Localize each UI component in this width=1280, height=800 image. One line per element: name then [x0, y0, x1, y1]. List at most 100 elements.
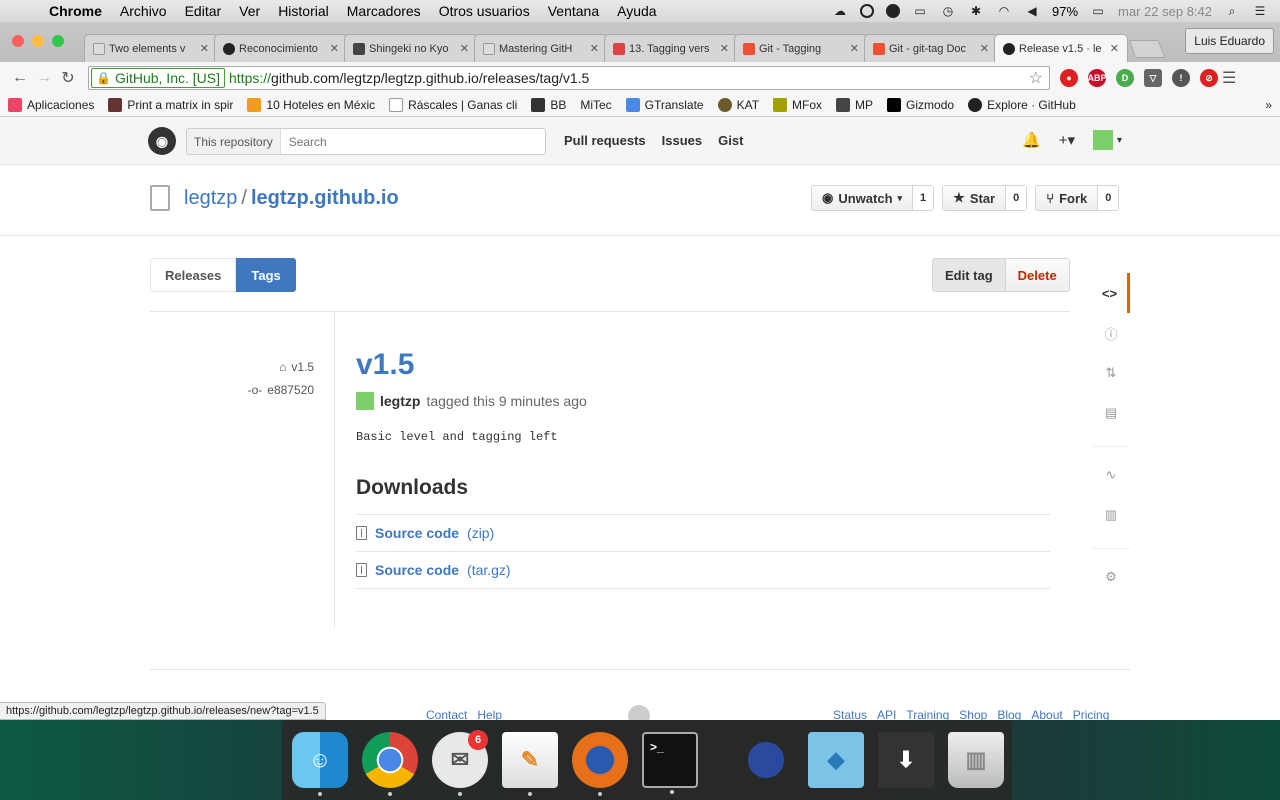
- browser-tab[interactable]: Mastering GitH ✕: [474, 34, 608, 62]
- pulse-icon[interactable]: ∿: [1092, 455, 1130, 495]
- footer-github-mark-icon[interactable]: [628, 705, 650, 720]
- bookmark-item[interactable]: MFox: [773, 98, 822, 112]
- footer-link-pricing[interactable]: Pricing: [1073, 708, 1110, 720]
- chrome-menu-icon[interactable]: ☰: [1222, 68, 1236, 88]
- nav-issues[interactable]: Issues: [662, 133, 702, 148]
- finder-icon[interactable]: ☺: [292, 732, 348, 796]
- star-button[interactable]: ★ Star: [943, 186, 1007, 210]
- bookmark-star-icon[interactable]: ☆: [1029, 68, 1043, 88]
- ev-certificate-badge[interactable]: 🔒 GitHub, Inc. [US]: [91, 68, 225, 88]
- bluetooth-icon[interactable]: ✱: [968, 4, 984, 18]
- create-new-plus-icon[interactable]: +▾: [1059, 131, 1075, 149]
- footer-link-about[interactable]: About: [1031, 708, 1062, 720]
- back-icon[interactable]: ←: [8, 69, 32, 87]
- close-tab-icon[interactable]: ✕: [590, 42, 599, 55]
- search-input[interactable]: [280, 129, 545, 154]
- downloads-folder-icon[interactable]: ⬇: [878, 732, 934, 788]
- browser-tab[interactable]: 13. Tagging vers ✕: [604, 34, 738, 62]
- footer-link-contact[interactable]: Contact: [426, 708, 467, 720]
- close-tab-icon[interactable]: ✕: [720, 42, 729, 55]
- reload-icon[interactable]: ↻: [56, 68, 80, 88]
- download-name[interactable]: Source code: [375, 562, 459, 578]
- search-scope[interactable]: This repository: [187, 129, 281, 154]
- pocket-icon[interactable]: ▽: [1144, 69, 1162, 87]
- airplay-icon[interactable]: ▭: [912, 4, 928, 18]
- bookmark-item[interactable]: Aplicaciones: [8, 98, 94, 112]
- repo-owner-link[interactable]: legtzp: [184, 187, 237, 209]
- extension-green-icon[interactable]: D: [1116, 69, 1134, 87]
- browser-tab[interactable]: Git - Tagging ✕: [734, 34, 868, 62]
- notification-center-icon[interactable]: ☰: [1252, 4, 1268, 18]
- menu-otros-usuarios[interactable]: Otros usuarios: [430, 3, 539, 19]
- github-logo-icon[interactable]: ◉: [148, 127, 176, 155]
- download-ext[interactable]: (zip): [467, 525, 494, 541]
- wiki-icon[interactable]: ▤: [1092, 393, 1130, 433]
- issues-icon[interactable]: ⓘ: [1092, 313, 1130, 353]
- close-tab-icon[interactable]: ✕: [460, 42, 469, 55]
- avatar[interactable]: [356, 392, 374, 410]
- tag-ref[interactable]: ⌂ v1.5: [279, 360, 314, 374]
- pull-request-icon[interactable]: ⇅: [1092, 353, 1130, 393]
- nav-gist[interactable]: Gist: [718, 133, 743, 148]
- bookmark-item[interactable]: MP: [836, 98, 873, 112]
- close-tab-icon[interactable]: ✕: [1110, 42, 1119, 55]
- repo-name-link[interactable]: legtzp.github.io: [251, 187, 399, 209]
- bookmark-item[interactable]: GTranslate: [625, 98, 704, 112]
- settings-gear-icon[interactable]: ⚙: [1092, 557, 1130, 597]
- adblock-plus-icon[interactable]: ABP: [1088, 69, 1107, 87]
- code-icon[interactable]: <>: [1092, 273, 1130, 313]
- new-tab-button[interactable]: [1128, 40, 1166, 58]
- browser-tab-active[interactable]: Release v1.5 · le ✕: [994, 34, 1128, 62]
- spotlight-icon[interactable]: ⌕: [1224, 4, 1240, 18]
- download-name[interactable]: Source code: [375, 525, 459, 541]
- dropbox-folder-icon[interactable]: ◆: [808, 732, 864, 788]
- bookmark-item[interactable]: Print a matrix in spir: [108, 98, 233, 112]
- wifi-icon[interactable]: ◠: [996, 4, 1012, 18]
- menu-ayuda[interactable]: Ayuda: [608, 3, 665, 19]
- fork-button[interactable]: ⑂ Fork: [1036, 186, 1099, 210]
- bookmark-item[interactable]: MiTec: [580, 98, 611, 112]
- zoom-window-button[interactable]: [52, 35, 64, 47]
- release-title[interactable]: v1.5: [356, 348, 414, 382]
- bookmark-item[interactable]: Gizmodo: [887, 98, 954, 112]
- edit-tag-button[interactable]: Edit tag: [932, 258, 1006, 292]
- time-machine-icon[interactable]: ◷: [940, 4, 956, 18]
- chrome-icon[interactable]: [362, 732, 418, 796]
- forks-count[interactable]: 0: [1098, 186, 1119, 210]
- browser-tab[interactable]: Shingeki no Kyo ✕: [344, 34, 478, 62]
- tab-releases[interactable]: Releases: [150, 258, 237, 292]
- browser-tab[interactable]: Reconocimiento ✕: [214, 34, 348, 62]
- download-ext[interactable]: (tar.gz): [467, 562, 511, 578]
- menu-editar[interactable]: Editar: [176, 3, 231, 19]
- battery-icon[interactable]: ▭: [1090, 4, 1106, 18]
- pages-icon[interactable]: ✎: [502, 732, 558, 796]
- tab-tags[interactable]: Tags: [236, 258, 296, 292]
- extension-block-icon[interactable]: ⊘: [1200, 69, 1218, 87]
- volume-icon[interactable]: ◀: [1024, 4, 1040, 18]
- download-item[interactable]: Source code (zip): [356, 515, 1050, 552]
- trash-icon[interactable]: ▥: [948, 732, 1004, 788]
- minimize-window-button[interactable]: [32, 35, 44, 47]
- menu-archivo[interactable]: Archivo: [111, 3, 176, 19]
- footer-link-status[interactable]: Status: [833, 708, 867, 720]
- download-item[interactable]: Source code (tar.gz): [356, 552, 1050, 589]
- clock[interactable]: mar 22 sep 8:42: [1118, 4, 1212, 19]
- notifications-bell-icon[interactable]: 🔔: [1022, 131, 1041, 149]
- nav-pull-requests[interactable]: Pull requests: [564, 133, 646, 148]
- author-link[interactable]: legtzp: [380, 393, 420, 409]
- footer-link-api[interactable]: API: [877, 708, 896, 720]
- menu-app-name[interactable]: Chrome: [40, 3, 111, 19]
- dashlane-icon[interactable]: [886, 4, 901, 18]
- close-tab-icon[interactable]: ✕: [850, 42, 859, 55]
- url-text[interactable]: https://github.com/legtzp/legtzp.github.…: [229, 70, 589, 86]
- stargazers-count[interactable]: 0: [1006, 186, 1027, 210]
- profile-button[interactable]: Luis Eduardo: [1185, 28, 1274, 54]
- bookmark-item[interactable]: KAT: [717, 98, 759, 112]
- menu-ventana[interactable]: Ventana: [539, 3, 608, 19]
- close-tab-icon[interactable]: ✕: [200, 42, 209, 55]
- close-tab-icon[interactable]: ✕: [330, 42, 339, 55]
- info-icon[interactable]: [860, 4, 875, 18]
- university-crest-icon[interactable]: [738, 732, 794, 788]
- unwatch-button[interactable]: ◉ Unwatch ▾: [812, 186, 914, 210]
- menu-historial[interactable]: Historial: [269, 3, 338, 19]
